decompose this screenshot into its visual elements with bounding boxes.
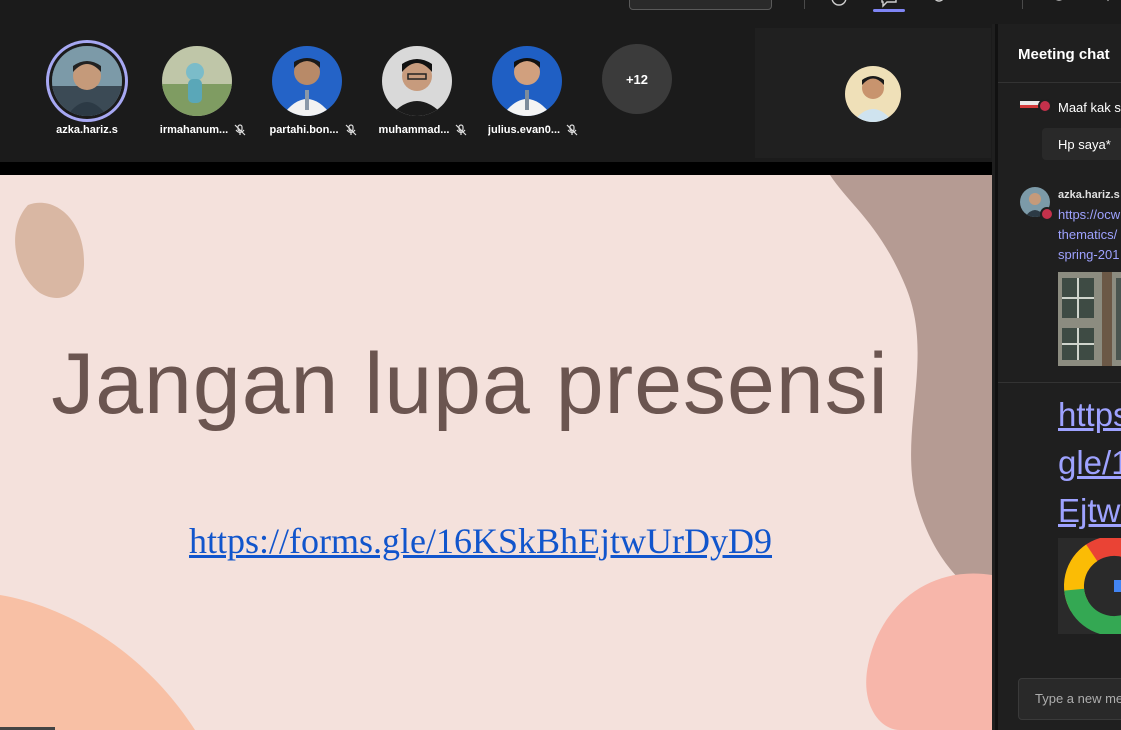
presence-busy-icon [1038, 99, 1052, 113]
self-avatar [845, 66, 901, 122]
chat-link-large[interactable]: gle/1 [1058, 444, 1121, 482]
participant-tile[interactable]: irmahanum... [147, 46, 247, 146]
meeting-chat-panel: Meeting chat Maaf kak s Hp saya* azka.ha… [995, 24, 1121, 730]
chat-link[interactable]: thematics/ [1058, 227, 1117, 242]
avatar [272, 46, 342, 116]
participants-icon[interactable] [930, 0, 948, 8]
mic-muted-icon [455, 124, 467, 136]
mic-muted-icon [345, 124, 357, 136]
participant-name: irmahanum... [159, 124, 229, 136]
more-participants-button[interactable]: +12 [602, 44, 672, 114]
participants-strip: azka.hariz.s irmahanum... partahi.bon...… [0, 24, 992, 162]
participant-name: muhammad... [378, 124, 450, 136]
mic-muted-icon [234, 124, 246, 136]
more-icon[interactable] [1100, 0, 1118, 8]
toolbar-button[interactable] [629, 0, 772, 10]
avatar [382, 46, 452, 116]
participant-name-row: muhammad... [367, 124, 479, 136]
mic-muted-icon [566, 124, 578, 136]
screen-share-border [0, 162, 992, 175]
participant-name-row: julius.evan0... [477, 124, 589, 136]
participant-name: julius.evan0... [487, 124, 561, 136]
participant-name-row: irmahanum... [147, 124, 259, 136]
compose-message-input[interactable]: Type a new me [1018, 678, 1121, 720]
link-preview-image[interactable] [1058, 272, 1121, 366]
link-preview-card[interactable] [1058, 538, 1121, 634]
slide-background-shapes [0, 175, 992, 730]
chat-message-bubble: Hp saya* [1042, 128, 1121, 160]
google-logo-icon [1064, 538, 1121, 634]
chat-active-indicator [873, 9, 905, 12]
chat-link-large[interactable]: EjtwU [1058, 492, 1121, 530]
toolbar-divider [1022, 0, 1023, 9]
chat-divider [998, 82, 1121, 83]
toolbar-divider [804, 0, 805, 9]
self-video-tile [755, 28, 991, 158]
participant-name-row: partahi.bon... [257, 124, 369, 136]
participant-name: partahi.bon... [269, 124, 339, 136]
participant-name: azka.hariz.s [56, 124, 118, 136]
chat-header-title: Meeting chat [1018, 46, 1110, 63]
participant-tile[interactable]: muhammad... [367, 46, 467, 146]
avatar [492, 46, 562, 116]
chat-link[interactable]: https://ocw [1058, 207, 1120, 222]
chat-icon[interactable] [880, 0, 898, 8]
compose-placeholder: Type a new me [1035, 691, 1121, 706]
leave-icon[interactable] [1050, 0, 1068, 8]
presence-busy-icon [1040, 207, 1054, 221]
participant-tile[interactable]: azka.hariz.s [37, 46, 137, 146]
slide-title: Jangan lupa presensi [51, 336, 889, 432]
avatar [162, 46, 232, 116]
slide-link[interactable]: https://forms.gle/16KSkBhEjtwUrDyD9 [189, 520, 772, 562]
avatar [52, 46, 122, 116]
participant-tile[interactable]: partahi.bon... [257, 46, 357, 146]
meeting-toolbar [0, 0, 1121, 24]
chat-message-text: Maaf kak s [1058, 100, 1121, 115]
shared-slide: Jangan lupa presensi https://forms.gle/1… [0, 175, 992, 730]
chat-message-text: Hp saya* [1058, 137, 1111, 152]
chat-link-large[interactable]: https: [1058, 396, 1121, 434]
chat-link[interactable]: spring-201 [1058, 247, 1119, 262]
message-sender: azka.hariz.s [1058, 189, 1120, 201]
participant-tile[interactable]: julius.evan0... [477, 46, 578, 146]
chat-divider [998, 382, 1121, 383]
reaction-icon[interactable] [830, 0, 848, 8]
